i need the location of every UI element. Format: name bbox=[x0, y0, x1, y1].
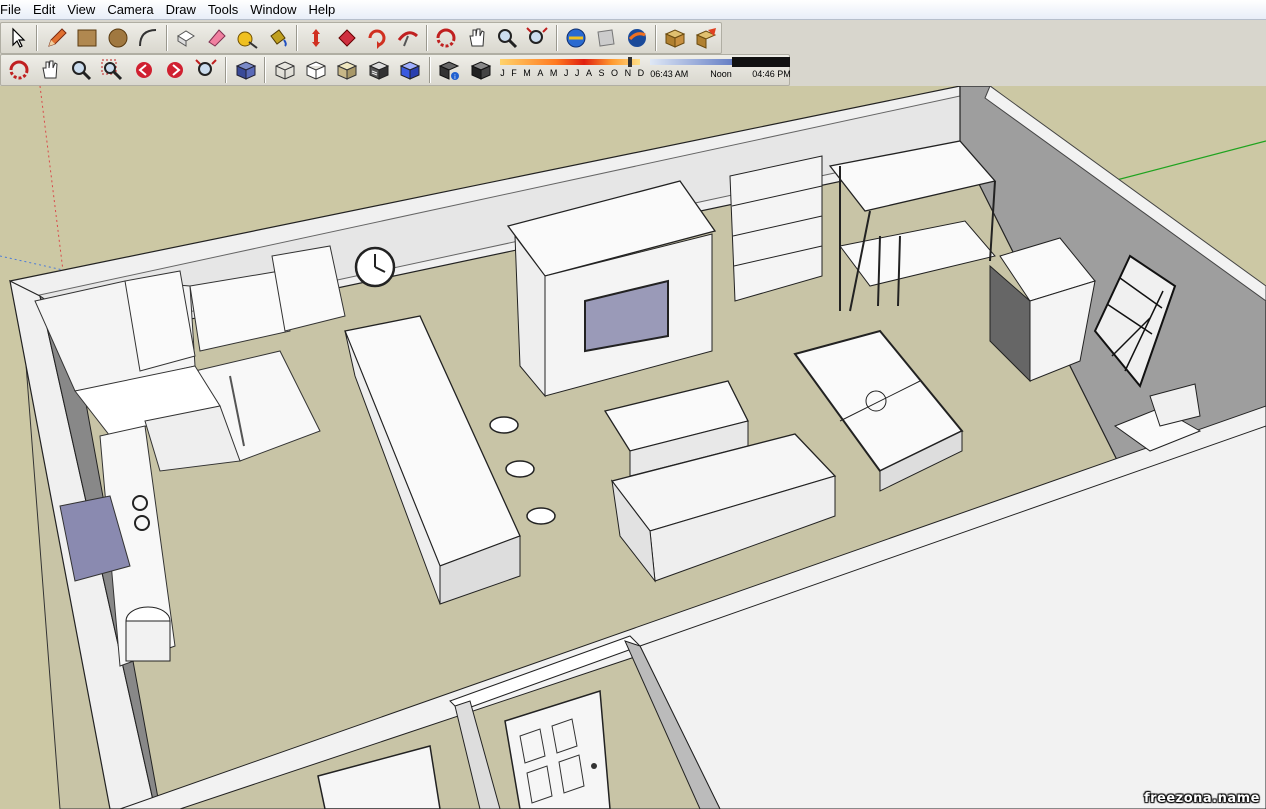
toolbar-separator bbox=[655, 25, 658, 51]
door-knob bbox=[591, 763, 597, 769]
warehouse-icon[interactable] bbox=[692, 24, 720, 52]
bar-stool bbox=[526, 507, 556, 525]
month-label: A bbox=[537, 68, 544, 78]
modeling-viewport[interactable]: freezona.name bbox=[0, 86, 1266, 809]
month-label: F bbox=[511, 68, 517, 78]
end-time-label: 04:46 PM bbox=[752, 69, 791, 79]
move-icon[interactable] bbox=[302, 24, 330, 52]
rotate-icon[interactable] bbox=[333, 24, 361, 52]
xray-icon[interactable] bbox=[270, 56, 299, 84]
orbit-icon[interactable] bbox=[4, 56, 33, 84]
toolbar-separator bbox=[555, 25, 558, 51]
pan-icon[interactable] bbox=[35, 56, 64, 84]
month-label: S bbox=[598, 68, 605, 78]
arc-icon[interactable] bbox=[134, 24, 162, 52]
shaded-icon[interactable] bbox=[364, 56, 393, 84]
toolbar-separator bbox=[425, 25, 428, 51]
follow-me-icon[interactable] bbox=[393, 24, 421, 52]
watermark: freezona.name bbox=[1143, 791, 1260, 806]
zoom-icon[interactable] bbox=[67, 56, 96, 84]
wireframe-icon[interactable] bbox=[302, 56, 331, 84]
shadow-settings-icon[interactable]: i bbox=[435, 56, 464, 84]
components-icon[interactable] bbox=[661, 24, 689, 52]
month-label: O bbox=[611, 68, 619, 78]
zoom-extents-icon[interactable] bbox=[192, 56, 221, 84]
menu-tools[interactable]: Tools bbox=[202, 0, 244, 20]
pan-icon[interactable] bbox=[462, 24, 490, 52]
shadow-toggle-icon[interactable] bbox=[466, 56, 495, 84]
toolbar-separator bbox=[36, 25, 39, 51]
menu-help[interactable]: Help bbox=[303, 0, 342, 20]
menu-edit[interactable]: Edit bbox=[27, 0, 61, 20]
pencil-icon[interactable] bbox=[42, 24, 70, 52]
iso-view-icon[interactable] bbox=[231, 56, 260, 84]
main-toolbar bbox=[0, 22, 722, 54]
toolbar-separator bbox=[296, 25, 299, 51]
month-label: D bbox=[637, 68, 645, 78]
menu-camera[interactable]: Camera bbox=[101, 0, 159, 20]
month-label: N bbox=[624, 68, 632, 78]
bar-stool bbox=[489, 416, 519, 434]
menu-draw[interactable]: Draw bbox=[160, 0, 202, 20]
google-earth-icon[interactable] bbox=[623, 24, 651, 52]
month-label: J bbox=[500, 68, 505, 78]
month-label: A bbox=[585, 68, 592, 78]
menu-bar: File Edit View Camera Draw Tools Window … bbox=[0, 0, 1266, 20]
share-model-icon[interactable] bbox=[592, 24, 620, 52]
toolbar-separator bbox=[166, 25, 169, 51]
month-label: J bbox=[574, 68, 580, 78]
bar-stool bbox=[505, 460, 535, 478]
zoom-icon[interactable] bbox=[493, 24, 521, 52]
paint-bucket-icon[interactable] bbox=[264, 24, 292, 52]
toolbar-separator bbox=[428, 57, 431, 83]
menu-view[interactable]: View bbox=[61, 0, 101, 20]
3d-scene[interactable] bbox=[0, 86, 1266, 809]
menu-window[interactable]: Window bbox=[244, 0, 302, 20]
month-label: M bbox=[523, 68, 531, 78]
view-toolbar: i JFMAMJJASOND 06:43 AM Noon 04:46 PM bbox=[0, 54, 791, 86]
toolbar-area: i JFMAMJJASOND 06:43 AM Noon 04:46 PM bbox=[0, 20, 1266, 86]
zoom-window-icon[interactable] bbox=[98, 56, 127, 84]
offset-icon[interactable] bbox=[363, 24, 391, 52]
toolbar-separator bbox=[264, 57, 267, 83]
rectangle-icon[interactable] bbox=[73, 24, 101, 52]
month-label: M bbox=[549, 68, 558, 78]
month-labels: JFMAMJJASOND bbox=[500, 68, 644, 78]
menu-file[interactable]: File bbox=[0, 0, 27, 20]
noon-label: Noon bbox=[710, 69, 732, 79]
start-time-label: 06:43 AM bbox=[650, 69, 689, 79]
eraser-icon[interactable] bbox=[203, 24, 231, 52]
month-slider-handle[interactable] bbox=[628, 57, 633, 67]
bookshelf bbox=[729, 155, 823, 302]
green-axis bbox=[1104, 140, 1266, 184]
trash-can-body bbox=[125, 620, 171, 662]
shadow-settings-panel: JFMAMJJASOND 06:43 AM Noon 04:46 PM bbox=[500, 56, 791, 84]
tape-measure-icon[interactable] bbox=[233, 24, 261, 52]
time-slider-handle[interactable] bbox=[732, 57, 791, 67]
hidden-line-icon[interactable] bbox=[333, 56, 362, 84]
month-label: J bbox=[563, 68, 569, 78]
month-slider-track[interactable] bbox=[500, 59, 641, 65]
get-models-icon[interactable] bbox=[562, 24, 590, 52]
zoom-extents-icon[interactable] bbox=[523, 24, 551, 52]
orbit-icon[interactable] bbox=[432, 24, 460, 52]
circle-icon[interactable] bbox=[103, 24, 131, 52]
push-pull-icon[interactable] bbox=[172, 24, 200, 52]
select-icon[interactable] bbox=[4, 24, 32, 52]
textured-icon[interactable] bbox=[395, 56, 424, 84]
previous-view-icon[interactable] bbox=[129, 56, 158, 84]
toolbar-separator bbox=[224, 57, 227, 83]
next-view-icon[interactable] bbox=[160, 56, 189, 84]
